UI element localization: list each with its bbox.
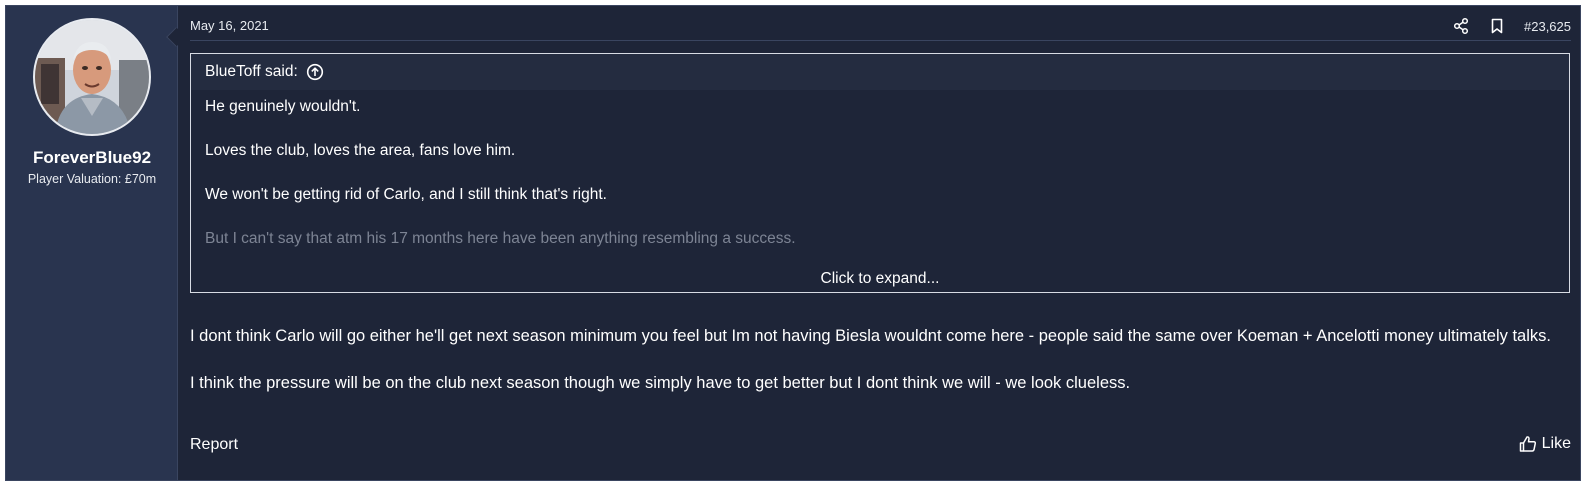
share-icon[interactable] bbox=[1452, 17, 1470, 35]
report-link[interactable]: Report bbox=[190, 436, 238, 454]
message-body: I dont think Carlo will go either he'll … bbox=[190, 324, 1570, 418]
quote-line: Loves the club, loves the area, fans lov… bbox=[205, 142, 516, 159]
forum-post: ForeverBlue92 Player Valuation: £70m May… bbox=[5, 5, 1581, 481]
user-panel: ForeverBlue92 Player Valuation: £70m bbox=[6, 6, 178, 480]
user-title: Player Valuation: £70m bbox=[27, 172, 157, 186]
post-content: May 16, 2021 #23,625 BlueToff said: He g… bbox=[190, 6, 1571, 480]
post-number-link[interactable]: #23,625 bbox=[1524, 19, 1571, 34]
quote-line: We won't be getting rid of Carlo, and I … bbox=[205, 186, 607, 203]
quote-line: He genuinely wouldn't. bbox=[205, 98, 361, 115]
message-paragraph: I dont think Carlo will go either he'll … bbox=[190, 327, 1551, 345]
message-paragraph: I think the pressure will be on the club… bbox=[190, 374, 1131, 392]
post-header: May 16, 2021 #23,625 bbox=[190, 6, 1571, 41]
like-button[interactable]: Like bbox=[1519, 435, 1571, 453]
bookmark-icon[interactable] bbox=[1488, 17, 1506, 35]
avatar-image bbox=[35, 20, 149, 134]
thumbs-up-icon bbox=[1519, 435, 1537, 453]
quote-attribution[interactable]: BlueToff said: bbox=[205, 63, 298, 81]
quote-body: He genuinely wouldn't. Loves the club, l… bbox=[205, 96, 1555, 272]
quote-line-faded: But I can't say that atm his 17 months h… bbox=[205, 230, 796, 247]
quote-block: BlueToff said: He genuinely wouldn't. Lo… bbox=[190, 53, 1570, 293]
click-to-expand-link[interactable]: Click to expand... bbox=[191, 268, 1569, 288]
arrow-up-circle-icon[interactable] bbox=[306, 63, 324, 81]
like-label: Like bbox=[1541, 435, 1571, 452]
quote-header: BlueToff said: bbox=[191, 54, 1569, 90]
username[interactable]: ForeverBlue92 bbox=[6, 148, 178, 168]
post-date[interactable]: May 16, 2021 bbox=[190, 18, 269, 33]
post-actions: #23,625 bbox=[1452, 16, 1571, 36]
avatar[interactable] bbox=[33, 18, 151, 136]
